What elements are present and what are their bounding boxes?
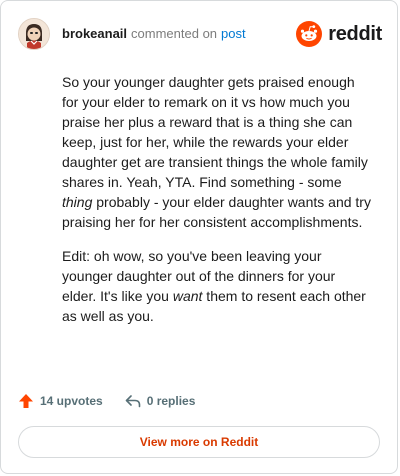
upvote-count: 14 upvotes [40, 394, 103, 408]
emphasis-text: want [172, 288, 203, 304]
comment-paragraph: So your younger daughter gets praised en… [62, 72, 372, 232]
upvote-arrow-icon [19, 394, 33, 408]
username[interactable]: brokeanail [62, 26, 127, 42]
reddit-snoo-icon [296, 21, 323, 47]
comment-actions: 14 upvotes 0 replies [18, 393, 195, 409]
commented-on-text: commented on [131, 26, 218, 41]
comment-meta: brokeanail commented on post [62, 26, 246, 42]
view-more-label: View more on Reddit [139, 435, 259, 449]
reddit-wordmark: reddit [328, 22, 382, 45]
reply-arrow-icon [125, 395, 141, 408]
emphasis-text: thing [62, 194, 93, 210]
avatar[interactable] [18, 18, 50, 50]
comment-header: brokeanail commented on post reddit [18, 17, 382, 51]
upvote-button[interactable]: 14 upvotes [18, 393, 103, 409]
paragraph-text: probably - your elder daughter wants and… [62, 194, 371, 230]
avatar-image [19, 19, 49, 49]
view-more-on-reddit-button[interactable]: View more on Reddit [18, 426, 380, 458]
comment-paragraph: Edit: oh wow, so you've been leaving you… [62, 246, 372, 326]
comment-embed-card: brokeanail commented on post reddit So y… [0, 0, 398, 474]
paragraph-text: So your younger daughter gets praised en… [62, 74, 368, 190]
reply-count: 0 replies [146, 394, 196, 408]
reddit-logo[interactable]: reddit [296, 21, 382, 47]
comment-body: So your younger daughter gets praised en… [62, 72, 372, 340]
post-link[interactable]: post [221, 26, 246, 42]
reply-button[interactable]: 0 replies [125, 393, 196, 409]
